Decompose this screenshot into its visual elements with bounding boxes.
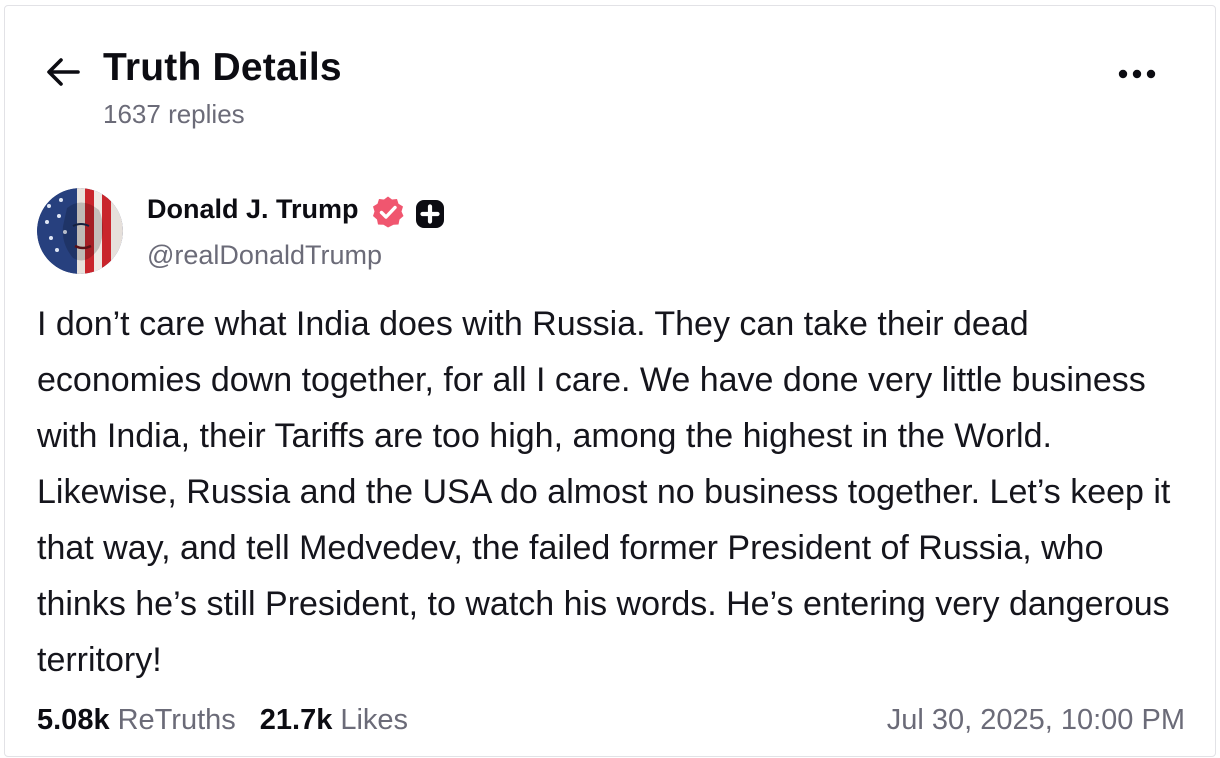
plus-badge-button[interactable] <box>415 199 445 229</box>
post-stats: 5.08k ReTruths 21.7k Likes <box>37 704 432 744</box>
author-handle[interactable]: @realDonaldTrump <box>147 240 382 271</box>
arrow-left-icon <box>47 58 80 86</box>
likes-count: 21.7k <box>259 704 333 736</box>
retruths-count: 5.08k <box>37 704 110 736</box>
avatar[interactable] <box>37 188 123 274</box>
likes-stat[interactable]: 21.7k Likes <box>260 704 408 737</box>
more-options-button[interactable] <box>1113 58 1161 90</box>
post-timestamp: Jul 30, 2025, 10:00 PM <box>886 704 1185 736</box>
truth-details-card: Truth Details 1637 replies Donald J. Tru… <box>4 5 1216 757</box>
page-title: Truth Details <box>103 46 342 89</box>
back-button[interactable] <box>41 52 85 92</box>
verified-check-icon <box>373 196 404 228</box>
author-name[interactable]: Donald J. Trump <box>147 194 359 225</box>
plus-badge-icon <box>416 200 444 228</box>
likes-label: Likes <box>340 704 409 736</box>
page-header: Truth Details 1637 replies <box>5 6 1215 146</box>
post-body-text: I don’t care what India does with Russia… <box>37 305 1171 679</box>
more-horizontal-icon <box>1118 69 1156 79</box>
retruths-stat[interactable]: 5.08k ReTruths <box>37 704 236 737</box>
avatar-image <box>37 188 123 274</box>
reply-count: 1637 replies <box>103 99 245 129</box>
retruths-label: ReTruths <box>117 704 236 736</box>
